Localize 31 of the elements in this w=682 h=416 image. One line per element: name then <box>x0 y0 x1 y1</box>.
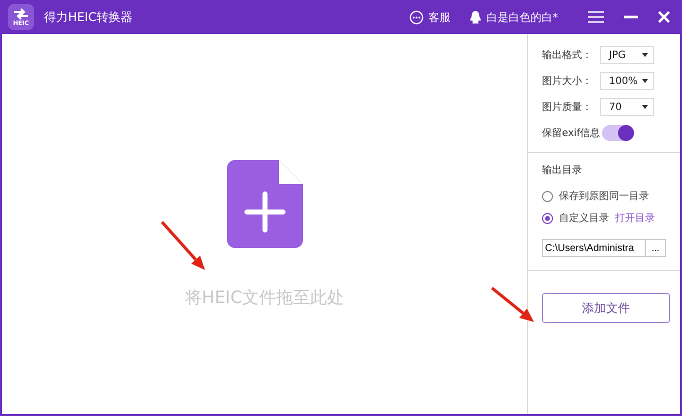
chat-bubble-icon <box>408 10 424 24</box>
setting-label: 图片大小： <box>542 74 593 88</box>
radio-button[interactable] <box>542 190 553 202</box>
option-label: 自定义目录 <box>559 212 609 225</box>
setting-label: 保留exif信息 <box>542 126 600 140</box>
path-field[interactable]: C:\Users\Administra <box>542 239 646 257</box>
annotation-arrow <box>160 221 205 270</box>
setting-label: 图片质量： <box>542 100 593 114</box>
close-icon <box>658 11 670 23</box>
menu-icon <box>588 11 604 23</box>
setting-label: 输出格式： <box>542 48 593 62</box>
minimize-icon <box>624 15 638 19</box>
toggle-switch[interactable] <box>602 125 634 141</box>
caret-icon <box>642 53 648 57</box>
option-label: 保存到原图同一目录 <box>559 190 649 203</box>
browse-button[interactable]: ... <box>646 239 666 257</box>
dropdown[interactable]: 100% <box>600 72 654 90</box>
caret-icon <box>642 79 648 83</box>
open-folder-link[interactable]: 打开目录 <box>615 211 655 225</box>
caret-icon <box>642 105 648 109</box>
radio-button[interactable] <box>542 212 553 224</box>
add-file-icon <box>226 160 302 248</box>
customer-service-button[interactable]: 客服 <box>404 8 454 26</box>
annotation-arrow <box>491 286 534 322</box>
window-title: 得力HEIC转换器 <box>44 8 133 26</box>
add-file-button[interactable]: 添加文件 <box>542 293 670 323</box>
user-account-button[interactable]: 白是白色的白* <box>464 8 562 26</box>
dropdown[interactable]: 70 <box>600 98 654 116</box>
penguin-icon <box>468 10 482 24</box>
dropdown[interactable]: JPG <box>600 46 654 64</box>
section-title: 输出目录 <box>542 164 583 177</box>
